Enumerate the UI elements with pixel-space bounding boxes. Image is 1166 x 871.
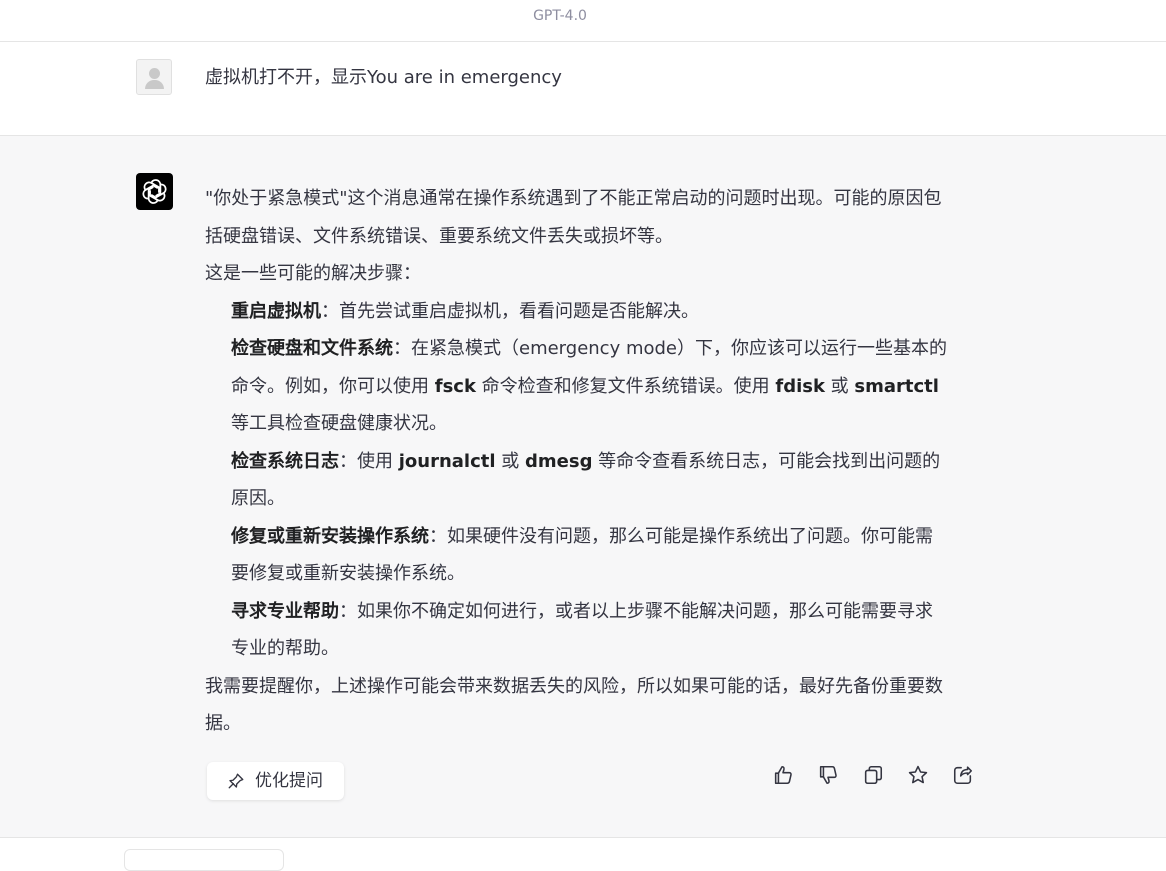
step-item: 修复或重新安装操作系统：如果硬件没有问题，那么可能是操作系统出了问题。你可能需要… (205, 518, 950, 593)
step-text: 命令检查和修复文件系统错误。使用 (475, 375, 776, 397)
steps-list: 重启虚拟机：首先尝试重启虚拟机，看看问题是否能解决。 检查硬盘和文件系统：在紧急… (205, 293, 950, 668)
user-message-row: 虚拟机打不开，显示You are in emergency (0, 42, 1166, 136)
thumbs-down-icon (819, 765, 837, 785)
copy-icon (864, 765, 883, 785)
share-button[interactable] (952, 764, 974, 786)
inline-command: fsck (434, 375, 476, 397)
step-text: 或 (824, 375, 855, 397)
steps-intro: 这是一些可能的解决步骤： (205, 263, 421, 284)
step-text: 或 (495, 450, 525, 472)
inline-command: dmesg (525, 450, 593, 472)
top-bar: GPT-4.0 (0, 0, 1166, 42)
step-text: ：使用 (339, 450, 399, 472)
step-title: 修复或重新安装操作系统 (231, 525, 429, 547)
inline-command: smartctl (854, 375, 939, 397)
assistant-avatar (136, 173, 173, 210)
step-title: 检查硬盘和文件系统 (231, 338, 393, 359)
thumbs-down-button[interactable] (817, 764, 839, 786)
user-avatar-head (149, 68, 160, 79)
user-avatar-body (145, 80, 164, 89)
optimize-prompt-label: 优化提问 (255, 771, 323, 791)
answer-outro: 我需要提醒你，上述操作可能会带来数据丢失的风险，所以如果可能的话，最好先备份重要… (205, 675, 943, 735)
inline-command: fdisk (775, 375, 825, 397)
favorite-button[interactable] (907, 764, 929, 786)
copy-button[interactable] (862, 764, 884, 786)
openai-logo-icon (142, 179, 167, 204)
answer-intro: "你处于紧急模式"这个消息通常在操作系统遇到了不能正常启动的问题时出现。可能的原… (205, 188, 942, 247)
assistant-message-row: "你处于紧急模式"这个消息通常在操作系统遇到了不能正常启动的问题时出现。可能的原… (0, 136, 1166, 838)
step-item: 检查硬盘和文件系统：在紧急模式（emergency mode）下，你应该可以运行… (205, 330, 950, 443)
step-title: 重启虚拟机 (231, 300, 321, 322)
step-item: 重启虚拟机：首先尝试重启虚拟机，看看问题是否能解决。 (205, 293, 950, 331)
step-text: 等工具检查硬盘健康状况。 (231, 413, 447, 434)
share-icon (953, 766, 973, 785)
bottom-input-edge (124, 849, 284, 871)
thumbs-up-icon (774, 765, 792, 785)
step-title: 检查系统日志 (231, 450, 339, 472)
step-title: 寻求专业帮助 (231, 600, 339, 622)
optimize-prompt-button[interactable]: 优化提问 (207, 762, 344, 800)
model-name: GPT-4.0 (533, 8, 587, 24)
inline-command: journalctl (398, 450, 496, 472)
user-message-text: 虚拟机打不开，显示You are in emergency (205, 67, 562, 88)
pin-icon (228, 773, 244, 789)
assistant-answer: "你处于紧急模式"这个消息通常在操作系统遇到了不能正常启动的问题时出现。可能的原… (205, 180, 950, 743)
step-text: ：首先尝试重启虚拟机，看看问题是否能解决。 (321, 300, 699, 322)
thumbs-up-button[interactable] (772, 764, 794, 786)
star-icon (908, 765, 928, 784)
step-item: 寻求专业帮助：如果你不确定如何进行，或者以上步骤不能解决问题，那么可能需要寻求专… (205, 593, 950, 668)
step-item: 检查系统日志：使用 journalctl 或 dmesg 等命令查看系统日志，可… (205, 443, 950, 518)
user-avatar (136, 59, 172, 95)
